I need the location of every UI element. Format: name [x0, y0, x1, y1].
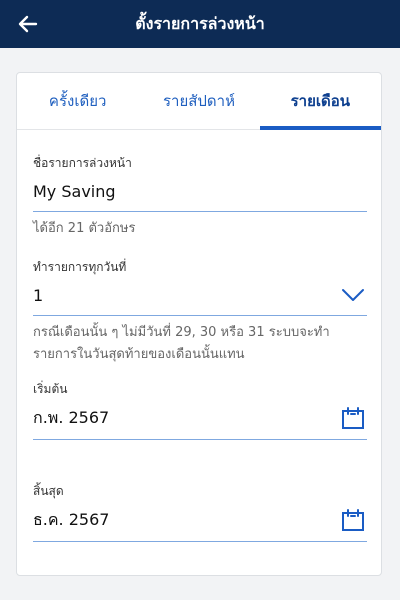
name-input[interactable]: My Saving	[33, 171, 367, 212]
top-bar: ตั้งรายการล่วงหน้า	[0, 0, 400, 48]
day-field: ทำรายการทุกวันที่ 1 กรณีเดือนนั้น ๆ ไม่ม…	[33, 259, 367, 366]
start-date-label: เริ่มต้น	[33, 382, 68, 396]
day-hint-line-1: กรณีเดือนนั้น ๆ ไม่มีวันที่ 29, 30 หรือ …	[33, 325, 330, 340]
start-date-field: เริ่มต้น ก.พ. 2567	[33, 381, 367, 440]
calendar-icon[interactable]	[339, 506, 367, 534]
frequency-tabs: ครั้งเดียว รายสัปดาห์ รายเดือน	[17, 73, 382, 130]
tab-monthly[interactable]: รายเดือน	[259, 73, 382, 130]
start-date-input[interactable]: ก.พ. 2567	[33, 397, 367, 440]
end-date-label: สิ้นสุด	[33, 484, 64, 498]
name-input-value: My Saving	[33, 181, 116, 201]
name-char-count: ได้อีก 21 ตัวอักษร	[33, 221, 136, 236]
chevron-down-icon[interactable]	[339, 281, 367, 309]
page-title: ตั้งรายการล่วงหน้า	[135, 13, 265, 33]
name-field: ชื่อรายการล่วงหน้า My Saving ได้อีก 21 ต…	[33, 155, 367, 240]
day-select[interactable]: 1	[33, 275, 367, 316]
name-field-label: ชื่อรายการล่วงหน้า	[33, 156, 132, 170]
end-date-input[interactable]: ธ.ค. 2567	[33, 499, 367, 542]
day-field-label: ทำรายการทุกวันที่	[33, 260, 127, 274]
calendar-icon[interactable]	[339, 404, 367, 432]
day-select-value: 1	[33, 285, 44, 305]
back-arrow-icon	[18, 15, 38, 33]
schedule-form-card: ครั้งเดียว รายสัปดาห์ รายเดือน ชื่อรายกา…	[16, 72, 382, 576]
end-date-value: ธ.ค. 2567	[33, 509, 110, 529]
tab-once[interactable]: ครั้งเดียว	[17, 73, 138, 129]
tab-weekly[interactable]: รายสัปดาห์	[138, 73, 259, 129]
back-button[interactable]	[8, 4, 48, 44]
end-date-field: สิ้นสุด ธ.ค. 2567	[33, 483, 367, 542]
day-hint-line-2: รายการในวันสุดท้ายของเดือนนั้นแทน	[33, 347, 245, 362]
start-date-value: ก.พ. 2567	[33, 407, 110, 427]
day-hint: กรณีเดือนนั้น ๆ ไม่มีวันที่ 29, 30 หรือ …	[33, 322, 367, 366]
